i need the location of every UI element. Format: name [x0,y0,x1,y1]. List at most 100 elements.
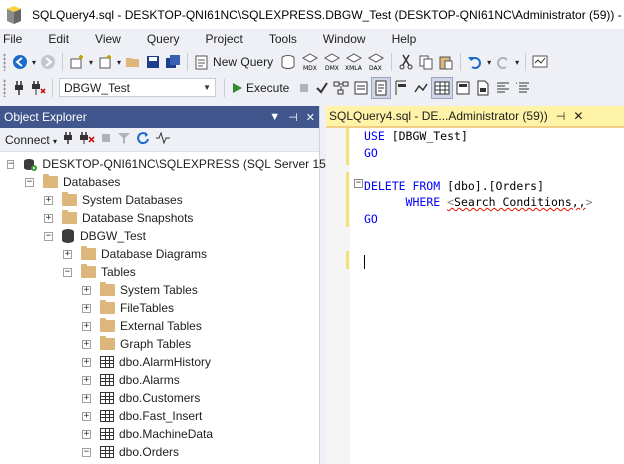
expand-icon[interactable]: + [82,375,91,385]
query-tab[interactable]: SQLQuery4.sql - DE...Administrator (59))… [326,106,624,128]
new-project-icon[interactable] [67,51,87,73]
refresh-icon[interactable] [136,131,150,148]
back-icon[interactable] [10,51,30,73]
mdx-query-icon[interactable]: MDX [299,51,321,73]
back-dropdown-icon[interactable]: ▾ [30,51,38,73]
menu-window[interactable]: Window [320,32,375,46]
execute-button[interactable]: Execute [229,77,295,99]
tree-node-tables[interactable]: − Tables [0,263,319,281]
results-file-icon[interactable] [473,77,493,99]
intellisense-icon[interactable] [371,76,392,99]
comment-icon[interactable] [493,77,513,99]
collapse-icon[interactable]: − [82,447,91,457]
tree-node-label: External Tables [120,319,202,333]
expand-icon[interactable]: + [63,249,72,259]
menu-view[interactable]: View [92,32,130,46]
connect-icon[interactable] [62,131,74,148]
add-item-icon[interactable] [95,51,115,73]
expand-icon[interactable]: + [82,357,91,367]
close-icon[interactable]: ✕ [306,111,315,124]
collapse-icon[interactable]: − [25,177,34,187]
undo-icon[interactable] [465,51,485,73]
dax-query-icon[interactable]: DAX [365,51,387,73]
menu-query[interactable]: Query [144,32,189,46]
tree-node-machinedata[interactable]: + dbo.MachineData [0,425,319,443]
expand-icon[interactable]: + [82,339,91,349]
parse-icon[interactable] [313,77,331,99]
expand-icon[interactable]: + [82,393,91,403]
copy-icon[interactable] [416,51,436,73]
filter-icon[interactable] [117,131,131,148]
connect-button[interactable]: Connect ▾ [5,133,57,147]
expand-icon[interactable]: + [82,429,91,439]
add-item-dropdown-icon[interactable]: ▾ [115,51,123,73]
sql-code-area[interactable]: USE [DBGW_Test] GO DELETE FROM [dbo].[Or… [364,128,593,277]
menu-project[interactable]: Project [203,32,252,46]
save-icon[interactable] [143,51,163,73]
change-connection-icon[interactable] [28,77,48,99]
panel-dropdown-icon[interactable]: ▼ [269,111,280,123]
forward-icon[interactable] [38,51,58,73]
connect-icon[interactable] [10,77,28,99]
tree-node-filetables[interactable]: + FileTables [0,299,319,317]
expand-icon[interactable]: + [44,213,53,223]
close-icon[interactable]: ✕ [573,109,583,123]
database-engine-query-icon[interactable] [277,51,299,73]
redo-dropdown-icon[interactable]: ▾ [513,51,521,73]
toolbar-grip[interactable] [3,78,6,97]
tree-node-alarmhistory[interactable]: + dbo.AlarmHistory [0,353,319,371]
tree-node-dbgw-test[interactable]: − DBGW_Test [0,227,319,245]
tree-node-database-diagrams[interactable]: + Database Diagrams [0,245,319,263]
collapse-icon[interactable]: − [7,159,15,169]
available-databases-combo[interactable]: DBGW_Test ▼ [59,78,216,97]
tree-node-customers[interactable]: + dbo.Customers [0,389,319,407]
query-options-icon[interactable] [351,77,371,99]
xmla-query-icon[interactable]: XMLA [343,51,365,73]
collapse-icon[interactable]: − [44,231,53,241]
cut-icon[interactable] [396,51,416,73]
pin-icon[interactable]: ⊣ [288,111,298,124]
cancel-query-icon[interactable] [295,77,313,99]
menu-tools[interactable]: Tools [266,32,306,46]
expand-icon[interactable]: + [82,321,91,331]
actual-plan-icon[interactable] [391,77,411,99]
results-text-icon[interactable] [453,77,473,99]
toolbar-grip[interactable] [3,53,6,71]
uncomment-icon[interactable] [513,77,533,99]
menu-edit[interactable]: Edit [45,32,78,46]
collapse-icon[interactable]: − [63,267,72,277]
open-file-icon[interactable] [123,51,143,73]
new-query-button[interactable]: New Query [192,51,277,73]
tree-node-database-snapshots[interactable]: + Database Snapshots [0,209,319,227]
expand-icon[interactable]: + [44,195,53,205]
activity-monitor-icon[interactable] [530,51,550,73]
tree-node-system-databases[interactable]: + System Databases [0,191,319,209]
pin-icon[interactable]: ⊣ [556,110,566,123]
expand-icon[interactable]: + [82,303,91,313]
expand-icon[interactable]: + [82,411,91,421]
dmx-query-icon[interactable]: DMX [321,51,343,73]
estimated-plan-icon[interactable] [331,77,351,99]
expand-icon[interactable]: + [82,285,91,295]
stop-icon[interactable] [100,132,112,147]
activity-monitor-icon[interactable] [155,131,171,148]
undo-dropdown-icon[interactable]: ▾ [485,51,493,73]
redo-icon[interactable] [493,51,513,73]
menu-file[interactable]: File [0,32,31,46]
tree-node-server[interactable]: − DESKTOP-QNI61NC\SQLEXPRESS (SQL Server… [0,155,353,173]
tree-node-system-tables[interactable]: + System Tables [0,281,319,299]
disconnect-icon[interactable] [79,131,95,148]
tree-node-orders[interactable]: − dbo.Orders [0,443,319,461]
tree-node-external-tables[interactable]: + External Tables [0,317,319,335]
tree-node-databases[interactable]: − Databases [0,173,319,191]
live-stats-icon[interactable] [411,77,431,99]
new-project-dropdown-icon[interactable]: ▾ [87,51,95,73]
tree-node-fast-insert[interactable]: + dbo.Fast_Insert [0,407,319,425]
outline-collapse-icon[interactable]: − [354,179,363,188]
tree-node-graph-tables[interactable]: + Graph Tables [0,335,319,353]
save-all-icon[interactable] [163,51,183,73]
results-grid-icon[interactable] [431,76,454,99]
menu-help[interactable]: Help [389,32,426,46]
tree-node-alarms[interactable]: + dbo.Alarms [0,371,319,389]
paste-icon[interactable] [436,51,456,73]
